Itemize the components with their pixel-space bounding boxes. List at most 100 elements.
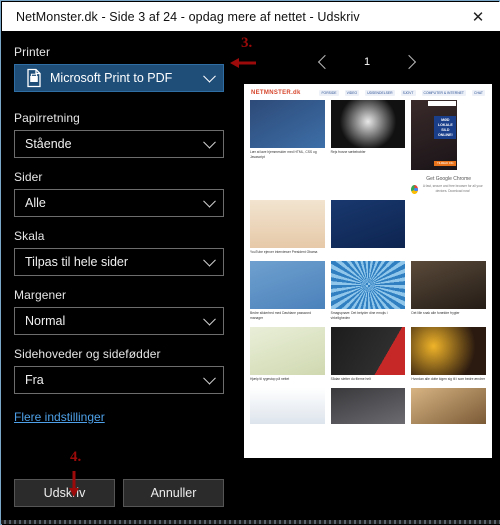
print-button[interactable]: Udskriv [14, 479, 115, 507]
margins-value: Normal [25, 314, 66, 328]
headers-footers-value: Fra [25, 373, 44, 387]
chrome-logo-icon [411, 185, 419, 194]
article-caption: Sådan sletter du filerne helt [330, 376, 371, 381]
article-thumbnail [330, 387, 406, 424]
chrome-ad[interactable]: Get Google Chrome A fast, secure and fre… [411, 176, 486, 194]
orientation-label: Papirretning [14, 111, 80, 125]
ad-banner: MØD LOKALE SILD ONLINE! TILMELD DIG [411, 100, 458, 170]
dialog-body: Printer Microsoft Print to PDF Papirretn… [2, 31, 500, 525]
preview-pager: 1 [234, 49, 500, 75]
article-thumbnail [330, 100, 406, 148]
margins-label: Margener [14, 288, 67, 302]
printer-select[interactable]: Microsoft Print to PDF [14, 64, 224, 92]
margins-select[interactable]: Normal [14, 307, 224, 335]
nav-item: FORSIDE [319, 90, 339, 96]
chevron-down-icon [203, 135, 216, 149]
article-caption: Bedre sikkerhed med Dashlane password ma… [250, 310, 312, 320]
chevron-right-icon[interactable] [401, 54, 417, 70]
article-card[interactable]: Smagsprøve: Det betyder dine emojis i vi… [330, 260, 406, 321]
ad-button[interactable]: TILMELD DIG [434, 161, 457, 166]
article-thumbnail [411, 387, 486, 424]
printer-document-icon [24, 68, 44, 88]
orientation-field: Papirretning Stående [14, 111, 224, 158]
settings-panel: Printer Microsoft Print to PDF Papirretn… [2, 31, 234, 525]
ad-card[interactable]: MØD LOKALE SILD ONLINE! TILMELD DIG Get … [411, 100, 486, 194]
site-logo: NETMNSTER.dk [251, 90, 301, 96]
article-caption: Hjælp til rygestop på nettet [250, 376, 290, 381]
logo-part-a: NET [251, 90, 264, 96]
article-card[interactable] [250, 387, 325, 424]
pages-label: Sider [14, 170, 43, 184]
article-card[interactable]: Hvordan alle dotte kigen sig til i som b… [411, 326, 486, 382]
pages-field: Sider Alle [14, 170, 224, 217]
nav-item: VIDEO [344, 90, 360, 96]
title-bar: NetMonster.dk - Side 3 af 24 - opdag mer… [2, 2, 500, 31]
article-thumbnail [250, 260, 325, 309]
print-preview: 1 NETMNSTER.dk FORSIDE VIDEO UDSENDELSER… [234, 31, 500, 525]
scale-field: Skala Tilpas til hele sider [14, 229, 224, 276]
logo-suffix: .dk [291, 90, 301, 96]
dialog-buttons: Udskriv Annuller [14, 479, 224, 507]
window-title: NetMonster.dk - Side 3 af 24 - opdag mer… [16, 9, 360, 24]
logo-part-c: NSTER [269, 90, 292, 96]
article-caption: Det lille snak alle forældre frygter [411, 310, 460, 315]
article-card[interactable]: Hjælp til rygestop på nettet [250, 326, 325, 382]
scale-select[interactable]: Tilpas til hele sider [14, 248, 224, 276]
chevron-down-icon [203, 312, 216, 326]
article-thumbnail [250, 200, 325, 248]
article-card[interactable] [330, 387, 406, 424]
site-header: NETMNSTER.dk FORSIDE VIDEO UDSENDELSER S… [244, 84, 492, 98]
article-thumbnail [411, 326, 486, 375]
article-thumbnail [411, 260, 486, 309]
red-arrow-left-icon [230, 58, 256, 68]
article-card[interactable]: Rejs frosne sæbebobler [330, 100, 406, 194]
article-caption: Lær at lave hjemmesider med HTML, CSS og… [250, 150, 317, 159]
ad-header-bar [428, 101, 457, 106]
bottom-edge-artifact [1, 520, 500, 524]
article-card[interactable]: Sådan sletter du filerne helt [330, 326, 406, 382]
nav-item: UDSENDELSER [365, 90, 395, 96]
scale-label: Skala [14, 229, 45, 243]
margins-field: Margener Normal [14, 288, 224, 335]
chevron-left-icon[interactable] [317, 54, 333, 70]
article-thumbnail [250, 100, 325, 148]
print-dialog-window: NetMonster.dk - Side 3 af 24 - opdag mer… [0, 0, 500, 525]
site-nav: FORSIDE VIDEO UDSENDELSER SJOVT COMPUTER… [319, 90, 485, 96]
annotation-step-4: 4. [70, 449, 82, 465]
article-caption: YouTube ejercer interviewer President Ob… [250, 250, 318, 254]
article-card[interactable]: YouTube ejercer interviewer President Ob… [250, 200, 325, 255]
scale-value: Tilpas til hele sider [25, 255, 129, 269]
close-icon[interactable]: ✕ [456, 2, 500, 31]
orientation-value: Stående [25, 137, 72, 151]
headers-footers-select[interactable]: Fra [14, 366, 224, 394]
nav-item: COMPUTER & INTERNET [421, 90, 467, 96]
red-arrow-down-icon [69, 471, 79, 497]
article-card[interactable] [411, 387, 486, 424]
article-grid: Lær at lave hjemmesider med HTML, CSS og… [244, 98, 492, 426]
more-settings-link[interactable]: Flere indstillinger [14, 410, 105, 424]
chevron-down-icon [203, 194, 216, 208]
article-thumbnail [330, 260, 406, 309]
spacer-card [411, 200, 486, 255]
nav-item: SJOVT [400, 90, 416, 96]
nav-item: CHAT [472, 90, 485, 96]
article-thumbnail [330, 200, 406, 248]
article-card[interactable]: Lær at lave hjemmesider med HTML, CSS og… [250, 100, 325, 194]
article-caption: Smagsprøve: Det betyder dine emojis i vi… [330, 310, 388, 320]
orientation-select[interactable]: Stående [14, 130, 224, 158]
ad-line-4: ONLINE! [437, 132, 453, 137]
article-thumbnail [250, 326, 325, 375]
printer-label: Printer [14, 45, 51, 59]
chevron-down-icon [203, 253, 216, 267]
article-card[interactable]: Bedre sikkerhed med Dashlane password ma… [250, 260, 325, 321]
article-card[interactable] [330, 200, 406, 255]
printer-field: Printer Microsoft Print to PDF [14, 45, 224, 92]
annotation-step-3: 3. [241, 35, 253, 51]
cancel-button[interactable]: Annuller [123, 479, 224, 507]
page-number: 1 [363, 56, 371, 68]
printer-value: Microsoft Print to PDF [50, 71, 173, 85]
ad-text: MØD LOKALE SILD ONLINE! [434, 116, 457, 140]
article-card[interactable]: Det lille snak alle forældre frygter [411, 260, 486, 321]
article-caption: Hvordan alle dotte kigen sig til i som b… [411, 376, 485, 381]
pages-select[interactable]: Alle [14, 189, 224, 217]
